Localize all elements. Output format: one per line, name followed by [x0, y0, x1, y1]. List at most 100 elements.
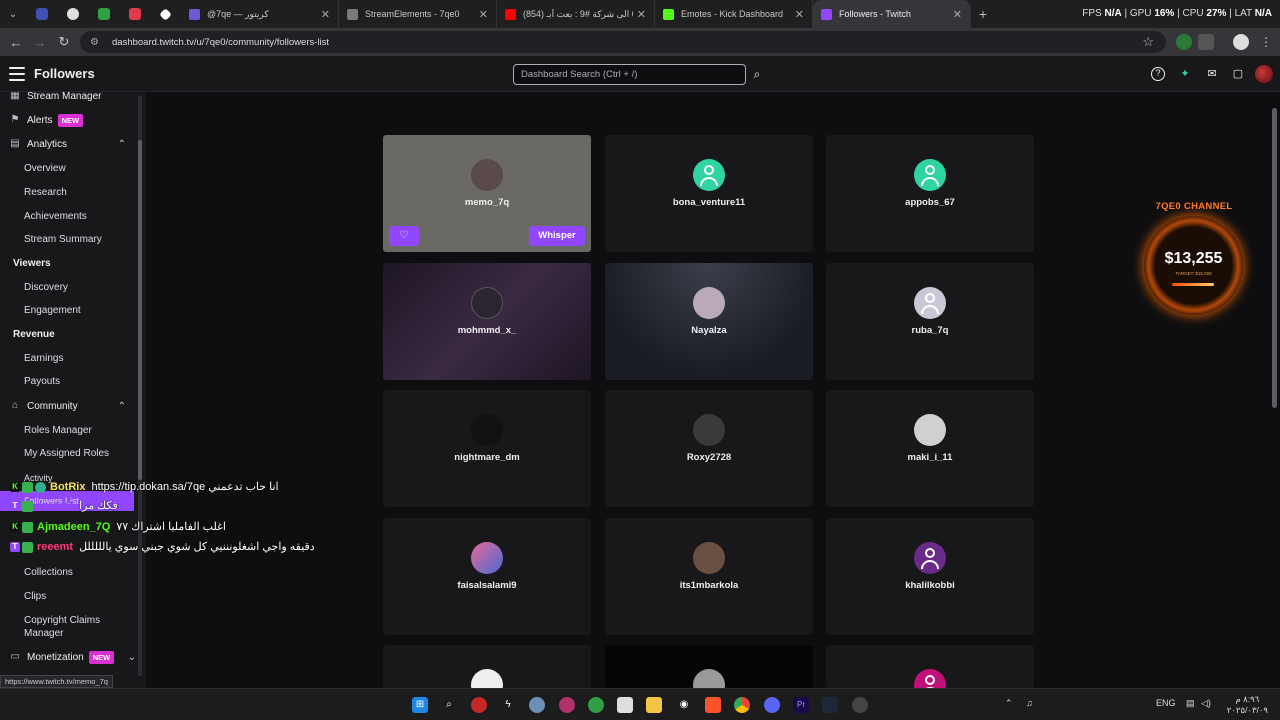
- file-explorer-icon[interactable]: [646, 697, 662, 713]
- crown-icon[interactable]: ✦: [1178, 67, 1192, 81]
- profile-avatar[interactable]: [1233, 34, 1249, 50]
- follower-card[interactable]: Roxy2728: [605, 390, 813, 507]
- follower-card[interactable]: its1mbarkola: [605, 518, 813, 635]
- chat-overlay-message: Treeemt فكك مرا: [0, 499, 118, 512]
- follower-card[interactable]: khalilkobbi: [826, 518, 1034, 635]
- chrome-icon[interactable]: [734, 697, 750, 713]
- menu-hamburger-icon[interactable]: [9, 67, 25, 81]
- close-tab-icon[interactable]: ✕: [321, 8, 330, 21]
- system-clock[interactable]: ٨:٩٦ م ٢٠٢٥/٠٣/٠٩: [1227, 694, 1268, 716]
- forward-arrow-icon[interactable]: →: [28, 35, 52, 50]
- follower-card[interactable]: mohmmd_x_: [383, 263, 591, 380]
- url-field[interactable]: ⚙ dashboard.twitch.tv/u/7qe0/community/f…: [80, 31, 1166, 53]
- main-scrollbar[interactable]: [1272, 108, 1277, 408]
- steam-icon[interactable]: [822, 697, 838, 713]
- sidebar-item-analytics[interactable]: ▤ Analytics ⌃: [0, 134, 146, 154]
- sidebar-item-community[interactable]: ⌂ Community ⌃: [0, 396, 146, 416]
- search-icon[interactable]: ⌕: [441, 697, 457, 713]
- new-tab-button[interactable]: +: [971, 6, 995, 22]
- pinned-tab-5[interactable]: [150, 0, 181, 28]
- browser-tab[interactable]: Emotes - Kick Dashboard ✕: [655, 0, 813, 28]
- follower-card[interactable]: bona_venture11: [605, 135, 813, 252]
- sidebar-item-overview[interactable]: Overview: [0, 158, 146, 178]
- follow-heart-button[interactable]: ♡: [389, 226, 419, 246]
- start-windows-icon[interactable]: ⊞: [412, 697, 428, 713]
- app-icon[interactable]: [617, 697, 633, 713]
- sidebar-item-stream-manager[interactable]: ▦ Stream Manager: [0, 92, 146, 106]
- follower-card[interactable]: maki_i_11: [826, 390, 1034, 507]
- app-icon[interactable]: ϟ: [500, 697, 516, 713]
- app-icon[interactable]: [852, 697, 868, 713]
- sidebar-item-clips[interactable]: Clips: [0, 586, 146, 606]
- help-icon[interactable]: ?: [1151, 67, 1165, 81]
- whisper-button[interactable]: Whisper: [529, 226, 585, 246]
- sidebar-scrollbar-thumb[interactable]: [138, 140, 142, 480]
- browser-menu-icon[interactable]: ⋮: [1258, 34, 1274, 50]
- follower-card[interactable]: [383, 645, 591, 688]
- sidebar-item-research[interactable]: Research: [0, 182, 146, 202]
- browser-tab[interactable]: (854) من 0 الى شركة #9 : بعت أبـ... ✕: [497, 0, 655, 28]
- chevron-up-icon[interactable]: ⌃: [118, 401, 126, 412]
- tab-search-chevron-icon[interactable]: ⌄: [0, 0, 26, 28]
- follower-card[interactable]: faisalsalami9: [383, 518, 591, 635]
- volume-icon[interactable]: ◁): [1201, 698, 1211, 709]
- follower-card[interactable]: [605, 645, 813, 688]
- app-icon[interactable]: [588, 697, 604, 713]
- chevron-down-icon[interactable]: ⌄: [128, 652, 136, 663]
- obs-icon[interactable]: ◉: [676, 697, 692, 713]
- sidebar-item-stream-summary[interactable]: Stream Summary: [0, 229, 146, 249]
- dashboard-search-input[interactable]: Dashboard Search (Ctrl + /): [513, 64, 746, 85]
- extensions-puzzle-icon[interactable]: [1198, 34, 1214, 50]
- back-arrow-icon[interactable]: ←: [4, 35, 28, 50]
- inbox-icon[interactable]: ✉: [1205, 67, 1219, 81]
- browser-tab[interactable]: @7qe — كريتور ✕: [181, 0, 339, 28]
- reload-icon[interactable]: ↻: [52, 34, 76, 50]
- pinned-tab-4[interactable]: [119, 0, 150, 28]
- bookmark-star-icon[interactable]: ☆: [1142, 34, 1154, 50]
- app-icon[interactable]: [471, 697, 487, 713]
- close-tab-icon[interactable]: ✕: [479, 8, 488, 21]
- sidebar-item-roles-manager[interactable]: Roles Manager: [0, 420, 146, 440]
- sidebar-item-copyright-claims-line2[interactable]: Manager: [0, 623, 146, 643]
- follower-card[interactable]: Nayalza: [605, 263, 813, 380]
- follower-card[interactable]: nightmare_dm: [383, 390, 591, 507]
- pinned-tab-3[interactable]: [88, 0, 119, 28]
- follower-card[interactable]: appobs_67: [826, 135, 1034, 252]
- follower-card[interactable]: [826, 645, 1034, 688]
- extension-icon[interactable]: [1176, 34, 1192, 50]
- sidebar-item-payouts[interactable]: Payouts: [0, 371, 146, 391]
- brave-icon[interactable]: [705, 697, 721, 713]
- search-icon[interactable]: ⌕: [748, 64, 766, 85]
- pinned-tab-2[interactable]: [57, 0, 88, 28]
- close-tab-icon[interactable]: ✕: [795, 8, 804, 21]
- close-tab-icon[interactable]: ✕: [637, 8, 646, 21]
- verified-check-icon: [22, 481, 33, 493]
- sidebar-item-collections[interactable]: Collections: [0, 562, 146, 582]
- sidebar-item-achievements[interactable]: Achievements: [0, 206, 146, 226]
- premiere-icon[interactable]: Pr: [793, 697, 809, 713]
- pinned-tab-1[interactable]: [26, 0, 57, 28]
- sidebar-item-engagement[interactable]: Engagement: [0, 300, 146, 320]
- tray-chevron-up-icon[interactable]: ⌃: [1005, 698, 1013, 709]
- language-indicator[interactable]: ENG: [1156, 698, 1176, 708]
- browser-tab-active[interactable]: Followers - Twitch ✕: [813, 0, 971, 28]
- settings-gear-icon[interactable]: [529, 697, 545, 713]
- sidebar-item-alerts[interactable]: ⚑ Alerts NEW: [0, 110, 146, 130]
- browser-tab[interactable]: StreamElements - 7qe0 ✕: [339, 0, 497, 28]
- close-tab-icon[interactable]: ✕: [953, 8, 962, 21]
- headphones-icon[interactable]: ♫: [1026, 698, 1033, 708]
- app-icon[interactable]: [559, 697, 575, 713]
- wifi-icon[interactable]: ▤: [1186, 698, 1195, 709]
- whispers-icon[interactable]: ▢: [1231, 67, 1245, 81]
- follower-card[interactable]: ruba_7q: [826, 263, 1034, 380]
- sidebar-item-earnings[interactable]: Earnings: [0, 348, 146, 368]
- user-avatar[interactable]: [1255, 65, 1273, 83]
- site-info-icon[interactable]: ⚙: [90, 37, 104, 48]
- alerts-icon: ⚑: [10, 114, 20, 125]
- sidebar-item-monetization[interactable]: ▭ Monetization NEW ⌄: [0, 647, 146, 667]
- follower-card[interactable]: memo_7q ♡ Whisper: [383, 135, 591, 252]
- discord-icon[interactable]: [764, 697, 780, 713]
- sidebar-item-discovery[interactable]: Discovery: [0, 277, 146, 297]
- chevron-up-icon[interactable]: ⌃: [118, 139, 126, 150]
- sidebar-item-my-assigned-roles[interactable]: My Assigned Roles: [0, 443, 146, 463]
